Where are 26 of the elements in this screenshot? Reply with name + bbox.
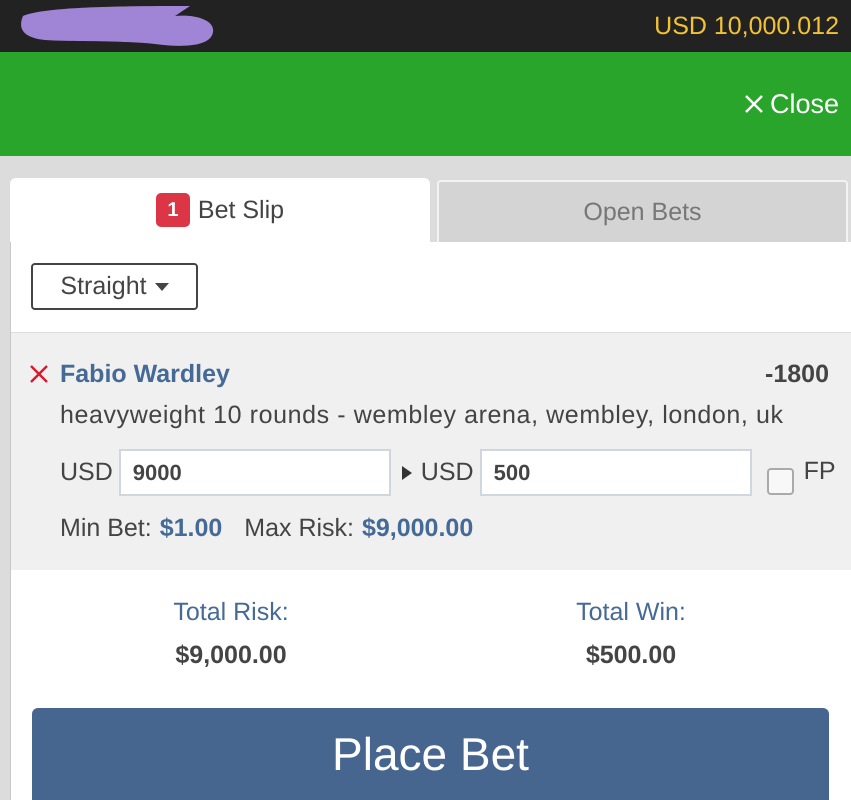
risk-input[interactable]: 9000 <box>118 449 391 496</box>
max-risk-label: Max Risk: <box>244 513 354 544</box>
selection-name: Fabio Wardley <box>60 360 230 388</box>
min-bet-value: $1.00 <box>160 513 222 544</box>
event-description: heavyweight 10 rounds - wembley arena, wembley, london, uk <box>59 400 785 431</box>
total-label: Total Risk: <box>173 597 289 628</box>
close-icon <box>744 94 764 114</box>
balance-text: USD 10,000.012 <box>654 12 839 40</box>
free-play-label: FP <box>804 457 836 486</box>
caret-icon <box>154 282 169 290</box>
max-risk-value: $9,000.00 <box>362 513 474 544</box>
odds-text: -1800 <box>765 360 829 388</box>
win-input[interactable]: 500 <box>480 449 752 496</box>
right-caret-icon <box>402 466 412 480</box>
count-badge: 1 <box>156 193 190 227</box>
bet-type-dropdown[interactable]: Straight <box>31 263 198 310</box>
free-play-checkbox[interactable] <box>766 468 794 495</box>
total-value: $500.00 <box>586 640 676 671</box>
min-bet-label: Min Bet: <box>60 513 152 544</box>
place-bet-button[interactable]: Place Bet <box>32 708 829 800</box>
currency-label: USD <box>60 458 113 487</box>
total-value: $9,000.00 <box>175 640 287 671</box>
total-label: Total Win: <box>576 597 686 628</box>
cross-icon[interactable] <box>30 365 48 383</box>
tab[interactable]: 1 Bet Slip <box>10 178 430 242</box>
currency-label: USD <box>420 458 474 487</box>
